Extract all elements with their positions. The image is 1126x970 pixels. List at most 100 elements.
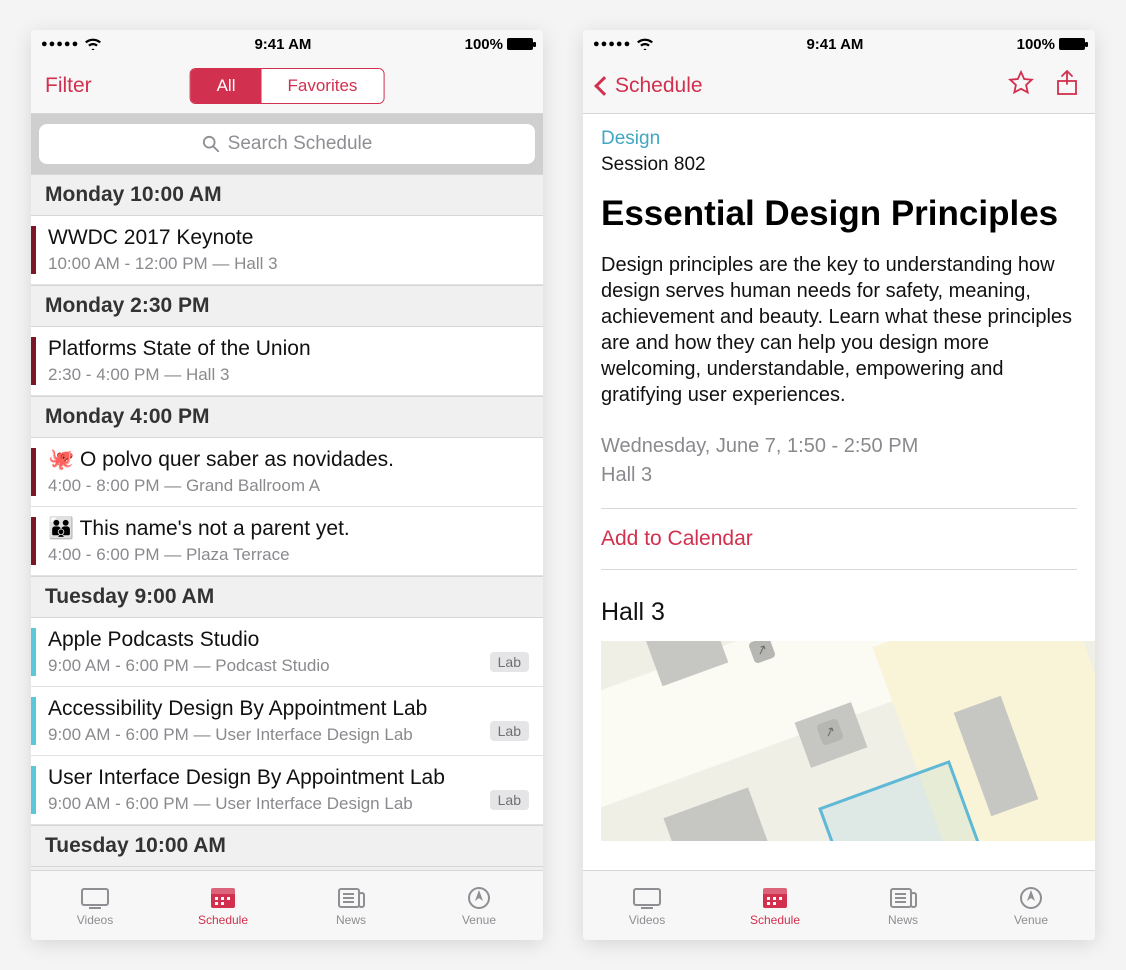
session-category[interactable]: Design — [601, 128, 1077, 150]
tab-videos[interactable]: Videos — [583, 885, 711, 927]
section-header: Tuesday 10:00 AM — [31, 825, 543, 867]
tab-label: News — [336, 913, 366, 927]
nav-bar: Schedule — [583, 58, 1095, 114]
tab-venue[interactable]: Venue — [967, 885, 1095, 927]
battery-percent: 100% — [1017, 36, 1055, 53]
category-bar — [31, 337, 36, 385]
session-detail-screen: ●●●●● 9:41 AM 100% Schedule Design Sessi… — [583, 30, 1095, 940]
segment-all[interactable]: All — [191, 69, 262, 103]
tab-label: News — [888, 913, 918, 927]
tab-news[interactable]: News — [287, 885, 415, 927]
schedule-list[interactable]: Monday 10:00 AM WWDC 2017 Keynote 10:00 … — [31, 174, 543, 870]
category-bar — [31, 628, 36, 676]
session-location: Hall 3 — [601, 461, 1077, 490]
section-header: Monday 10:00 AM — [31, 174, 543, 216]
venue-map[interactable]: ↗ ↗ — [601, 641, 1095, 841]
battery-icon — [507, 38, 533, 50]
list-item[interactable]: WWDC 2017 Keynote 10:00 AM - 12:00 PM — … — [31, 216, 543, 285]
favorite-button[interactable] — [1007, 69, 1035, 102]
divider — [601, 569, 1077, 570]
section-header: Monday 4:00 PM — [31, 396, 543, 438]
row-title: 🐙 O polvo quer saber as novidades. — [48, 448, 529, 472]
back-label: Schedule — [615, 74, 703, 98]
tab-label: Videos — [77, 913, 113, 927]
back-button[interactable]: Schedule — [597, 74, 703, 98]
list-item[interactable]: Platforms State of the Union 2:30 - 4:00… — [31, 327, 543, 396]
tab-bar: Videos Schedule News Venue — [583, 870, 1095, 940]
tab-videos[interactable]: Videos — [31, 885, 159, 927]
battery-icon — [1059, 38, 1085, 50]
add-to-calendar-button[interactable]: Add to Calendar — [601, 527, 1077, 551]
filter-button[interactable]: Filter — [45, 74, 92, 98]
session-number: Session 802 — [601, 154, 1077, 176]
segment-favorites[interactable]: Favorites — [261, 69, 383, 103]
tab-label: Videos — [629, 913, 665, 927]
signal-dots-icon: ●●●●● — [41, 38, 79, 50]
venue-icon — [463, 885, 495, 911]
schedule-icon — [759, 885, 791, 911]
battery-percent: 100% — [465, 36, 503, 53]
row-subtitle: 9:00 AM - 6:00 PM — Podcast Studio — [48, 656, 482, 676]
row-subtitle: 9:00 AM - 6:00 PM — User Interface Desig… — [48, 725, 482, 745]
tab-schedule[interactable]: Schedule — [159, 885, 287, 927]
status-bar: ●●●●● 9:41 AM 100% — [31, 30, 543, 58]
session-title: Essential Design Principles — [601, 194, 1077, 234]
session-detail[interactable]: Design Session 802 Essential Design Prin… — [583, 114, 1095, 870]
nav-bar: Filter All Favorites — [31, 58, 543, 114]
share-icon — [1053, 69, 1081, 97]
list-item[interactable]: Apple Podcasts Studio 9:00 AM - 6:00 PM … — [31, 618, 543, 687]
list-item[interactable]: 👪 This name's not a parent yet. 4:00 - 6… — [31, 507, 543, 576]
category-bar — [31, 766, 36, 814]
section-header: Monday 2:30 PM — [31, 285, 543, 327]
row-title: Accessibility Design By Appointment Lab — [48, 697, 482, 721]
row-subtitle: 4:00 - 8:00 PM — Grand Ballroom A — [48, 476, 529, 496]
share-button[interactable] — [1053, 69, 1081, 102]
tab-schedule[interactable]: Schedule — [711, 885, 839, 927]
search-container: Search Schedule — [31, 114, 543, 174]
lab-badge: Lab — [490, 652, 529, 672]
tab-news[interactable]: News — [839, 885, 967, 927]
category-bar — [31, 517, 36, 565]
schedule-icon — [207, 885, 239, 911]
row-title: User Interface Design By Appointment Lab — [48, 766, 482, 790]
row-title: Platforms State of the Union — [48, 337, 529, 361]
status-bar: ●●●●● 9:41 AM 100% — [583, 30, 1095, 58]
row-subtitle: 2:30 - 4:00 PM — Hall 3 — [48, 365, 529, 385]
row-subtitle: 9:00 AM - 6:00 PM — User Interface Desig… — [48, 794, 482, 814]
list-item[interactable]: Accessibility Design By Appointment Lab … — [31, 687, 543, 756]
signal-dots-icon: ●●●●● — [593, 38, 631, 50]
list-item[interactable]: User Interface Design By Appointment Lab… — [31, 756, 543, 825]
tab-label: Venue — [1014, 913, 1048, 927]
session-description: Design principles are the key to underst… — [601, 252, 1077, 408]
venue-icon — [1015, 885, 1047, 911]
tab-label: Schedule — [198, 913, 248, 927]
wifi-icon — [637, 38, 653, 51]
tab-label: Schedule — [750, 913, 800, 927]
map-heading: Hall 3 — [601, 598, 1077, 627]
category-bar — [31, 697, 36, 745]
row-subtitle: 4:00 - 6:00 PM — Plaza Terrace — [48, 545, 529, 565]
row-title: 👪 This name's not a parent yet. — [48, 517, 529, 541]
section-header: Tuesday 9:00 AM — [31, 576, 543, 618]
segmented-control: All Favorites — [190, 68, 385, 104]
row-title: Apple Podcasts Studio — [48, 628, 482, 652]
lab-badge: Lab — [490, 790, 529, 810]
chevron-left-icon — [594, 76, 614, 96]
star-icon — [1007, 69, 1035, 97]
category-bar — [31, 448, 36, 496]
tab-label: Venue — [462, 913, 496, 927]
search-input[interactable]: Search Schedule — [39, 124, 535, 164]
category-bar — [31, 226, 36, 274]
row-subtitle: 10:00 AM - 12:00 PM — Hall 3 — [48, 254, 529, 274]
lab-badge: Lab — [490, 721, 529, 741]
videos-icon — [79, 885, 111, 911]
list-item[interactable]: 🐙 O polvo quer saber as novidades. 4:00 … — [31, 438, 543, 507]
news-icon — [887, 885, 919, 911]
search-placeholder: Search Schedule — [228, 133, 373, 155]
tab-bar: Videos Schedule News Venue — [31, 870, 543, 940]
tab-venue[interactable]: Venue — [415, 885, 543, 927]
status-time: 9:41 AM — [806, 36, 863, 53]
schedule-list-screen: ●●●●● 9:41 AM 100% Filter All Favorites … — [31, 30, 543, 940]
status-time: 9:41 AM — [254, 36, 311, 53]
session-datetime: Wednesday, June 7, 1:50 - 2:50 PM — [601, 432, 1077, 461]
